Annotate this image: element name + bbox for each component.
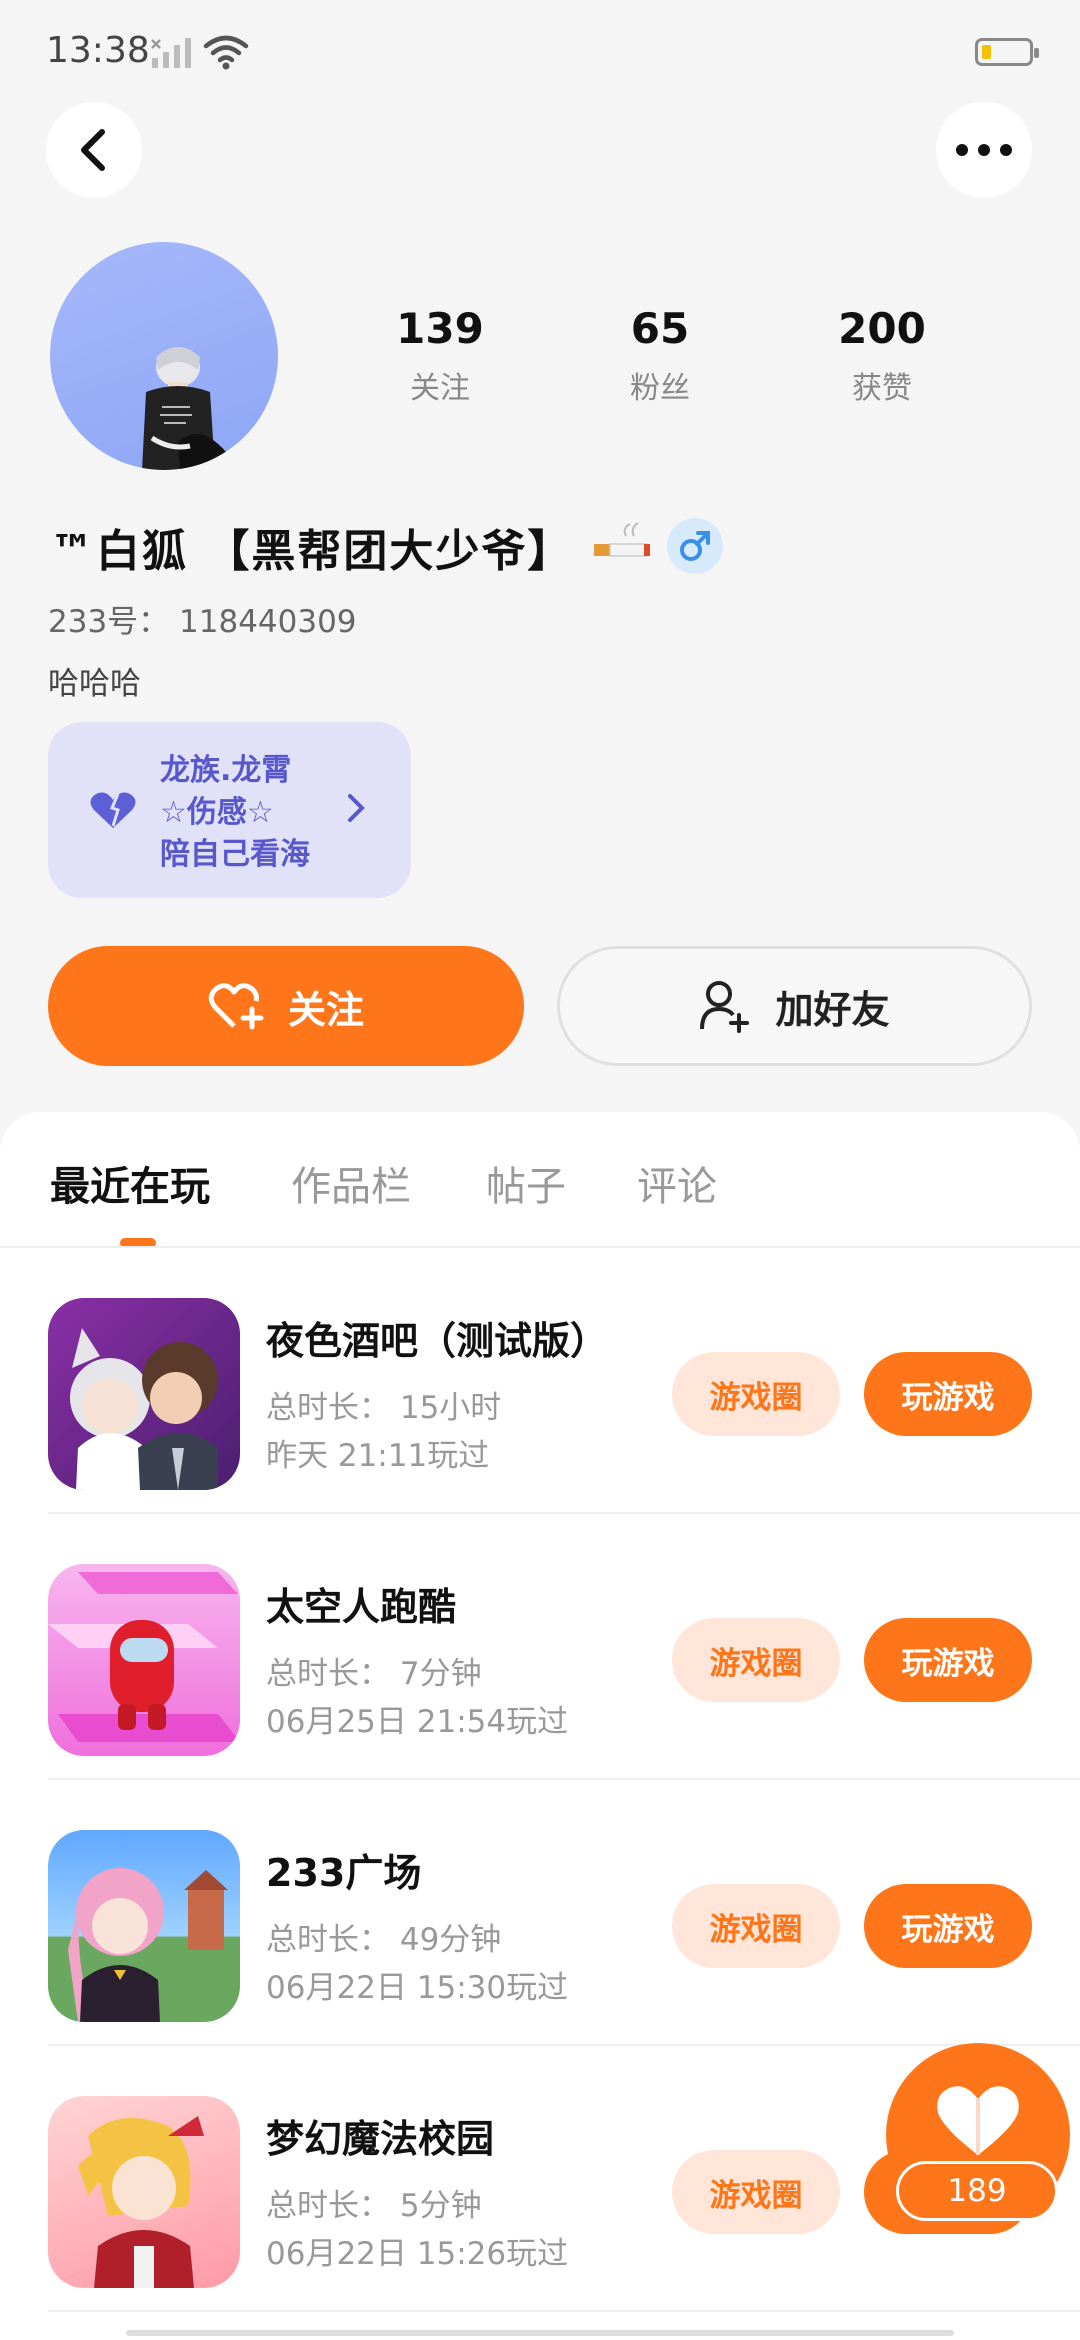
- back-button[interactable]: [46, 102, 142, 198]
- follow-button[interactable]: 关注: [48, 946, 524, 1066]
- game-title: 太空人跑酷: [266, 1585, 457, 1629]
- row-divider: [48, 2310, 1080, 2312]
- game-row[interactable]: 夜色酒吧（测试版） 总时长： 15小时 昨天 21:11玩过 游戏圈 玩游戏: [0, 1248, 1080, 1514]
- tab-comments[interactable]: 评论: [637, 1154, 717, 1212]
- game-circle-button[interactable]: 游戏圈: [672, 2150, 840, 2234]
- more-button[interactable]: [936, 102, 1032, 198]
- game-duration: 总时长： 5分钟: [266, 2188, 482, 2224]
- chevron-right-icon: [348, 794, 365, 822]
- play-game-button[interactable]: 玩游戏: [864, 1352, 1032, 1436]
- tab-works[interactable]: 作品栏: [291, 1154, 411, 1212]
- clan-line-2: ☆伤感☆: [160, 795, 274, 830]
- game-row[interactable]: 233广场 总时长： 49分钟 06月22日 15:30玩过 游戏圈 玩游戏: [0, 1780, 1080, 2046]
- add-friend-label: 加好友: [775, 987, 890, 1032]
- clan-heart-icon: [90, 792, 136, 828]
- stat-followers-label: 粉丝: [630, 371, 690, 406]
- play-game-button[interactable]: 玩游戏: [864, 1884, 1032, 1968]
- game-title: 梦幻魔法校园: [266, 2117, 495, 2161]
- avatar[interactable]: [50, 242, 278, 470]
- stat-following-label: 关注: [410, 371, 470, 406]
- game-last-played: 昨天 21:11玩过: [266, 1438, 490, 1474]
- tab-posts[interactable]: 帖子: [486, 1154, 566, 1212]
- bottom-scroll-hint: [126, 2330, 954, 2336]
- wifi-icon: [203, 35, 249, 70]
- male-icon: [680, 531, 710, 561]
- stat-followers-count: 65: [630, 304, 690, 353]
- like-heart-icon: [937, 2086, 1019, 2155]
- game-title: 233广场: [266, 1851, 422, 1895]
- stat-likes-label: 获赞: [852, 371, 912, 406]
- game-title: 夜色酒吧（测试版）: [266, 1319, 609, 1363]
- game-circle-button[interactable]: 游戏圈: [672, 1618, 840, 1702]
- add-friend-button[interactable]: 加好友: [557, 946, 1032, 1066]
- chevron-left-icon: [81, 129, 105, 171]
- battery-icon: [975, 38, 1039, 66]
- play-game-button[interactable]: 玩游戏: [864, 1618, 1032, 1702]
- cellular-signal-icon: [151, 38, 191, 68]
- stat-followers[interactable]: 65 粉丝: [580, 304, 740, 407]
- game-last-played: 06月25日 21:54玩过: [266, 1704, 569, 1740]
- add-user-icon: [700, 981, 750, 1033]
- game-icon-space-parkour[interactable]: [48, 1564, 240, 1756]
- game-circle-button[interactable]: 游戏圈: [672, 1884, 840, 1968]
- bio: 哈哈哈: [48, 666, 141, 702]
- clan-card[interactable]: 龙族.龙霄 ☆伤感☆ 陪自己看海: [48, 722, 411, 898]
- stat-following[interactable]: 139 关注: [360, 304, 520, 407]
- stat-likes[interactable]: 200 获赞: [802, 304, 962, 407]
- avatar-character-icon: [142, 347, 230, 470]
- game-icon-magic-school[interactable]: [48, 2096, 240, 2288]
- game-circle-button[interactable]: 游戏圈: [672, 1352, 840, 1436]
- cigarette-icon: [594, 522, 650, 557]
- status-time: 13:38: [46, 30, 150, 71]
- stat-following-count: 139: [396, 304, 484, 353]
- status-bar: 13:38: [0, 0, 1080, 100]
- game-row[interactable]: 太空人跑酷 总时长： 7分钟 06月25日 21:54玩过 游戏圈 玩游戏: [0, 1514, 1080, 1780]
- game-last-played: 06月22日 15:26玩过: [266, 2236, 569, 2272]
- user-id: 233号： 118440309: [48, 604, 357, 640]
- clan-line-1: 龙族.龙霄: [160, 753, 292, 788]
- clan-line-3: 陪自己看海: [160, 837, 310, 872]
- more-dots-icon: [956, 144, 1012, 156]
- tab-recently-played[interactable]: 最近在玩: [50, 1154, 210, 1212]
- game-last-played: 06月22日 15:30玩过: [266, 1970, 569, 2006]
- game-duration: 总时长： 15小时: [266, 1390, 502, 1426]
- game-icon-233-plaza[interactable]: [48, 1830, 240, 2022]
- game-duration: 总时长： 49分钟: [266, 1922, 502, 1958]
- nickname: ™白狐 【黑帮团大少爷】: [50, 526, 574, 577]
- like-fab[interactable]: 189: [886, 2043, 1070, 2227]
- follow-label: 关注: [287, 987, 364, 1032]
- game-icon-night-bar[interactable]: [48, 1298, 240, 1490]
- heart-plus-icon: [208, 983, 264, 1030]
- game-duration: 总时长： 7分钟: [266, 1656, 482, 1692]
- stat-likes-count: 200: [838, 304, 926, 353]
- like-count: 189: [896, 2161, 1058, 2221]
- gender-male-badge: [667, 518, 723, 574]
